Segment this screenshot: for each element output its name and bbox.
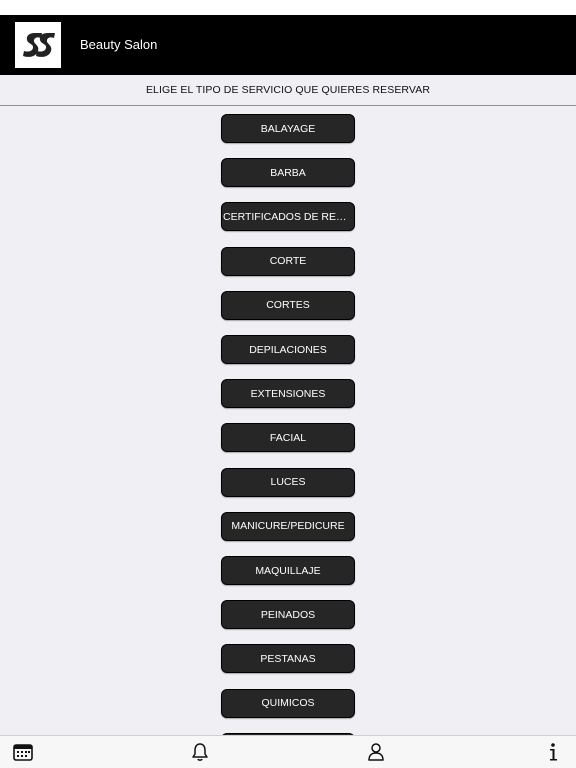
service-button-label: LUCES xyxy=(270,476,306,489)
service-button-label: FACIAL xyxy=(269,431,307,444)
service-button[interactable]: DEPILACIONES xyxy=(221,335,355,364)
service-button-label: EXTENSIONES xyxy=(250,387,326,400)
service-button-label: BARBA xyxy=(270,166,306,179)
page-instruction: ELIGE EL TIPO DE SERVICIO QUE QUIERES RE… xyxy=(0,75,576,106)
service-button[interactable]: FACIAL xyxy=(221,423,355,453)
service-button-label: DEPILACIONES xyxy=(249,343,327,356)
person-icon[interactable] xyxy=(365,741,387,763)
service-button-label: BALAYAGE xyxy=(260,122,316,135)
service-button[interactable]: MANICURE/PEDICURE xyxy=(221,511,355,541)
service-button-label: CORTE xyxy=(269,255,307,268)
service-button[interactable]: BARBA xyxy=(221,158,355,188)
salon-logo-icon xyxy=(15,22,61,68)
calendar-icon[interactable] xyxy=(12,741,34,763)
service-button[interactable]: CORTE xyxy=(221,246,355,276)
service-button-label: MAQUILLAJE xyxy=(255,564,321,577)
service-button[interactable]: MAQUILLAJE xyxy=(221,556,355,585)
service-button[interactable]: BALAYAGE xyxy=(221,114,355,143)
bell-icon[interactable] xyxy=(189,741,211,763)
service-button-label: CERTIFICADOS DE REGA... xyxy=(223,210,354,223)
service-button[interactable]: PEINADOS xyxy=(221,600,355,630)
service-list: BALAYAGE BARBA CERTIFICADOS DE REGA... CORT… xyxy=(0,107,576,735)
service-button-label: CORTES xyxy=(266,299,310,312)
tab-bar xyxy=(0,735,576,768)
service-button[interactable]: PESTANAS xyxy=(221,644,355,674)
service-button[interactable]: EXTENSIONES xyxy=(221,379,355,409)
app-header: Beauty Salon xyxy=(0,15,576,75)
service-button[interactable]: QUIMICOS xyxy=(221,688,355,718)
service-button[interactable]: CORTES xyxy=(221,290,355,320)
service-button[interactable]: LUCES xyxy=(221,467,355,497)
service-button[interactable]: CERTIFICADOS DE REGA... xyxy=(221,202,355,232)
info-icon[interactable] xyxy=(542,741,564,763)
service-button-label: QUIMICOS xyxy=(261,697,315,710)
app-title: Beauty Salon xyxy=(80,37,158,52)
status-bar xyxy=(0,0,576,15)
service-button-label: PEINADOS xyxy=(260,608,316,621)
service-button-label: MANICURE/PEDICURE xyxy=(231,520,345,533)
service-button-label: PESTANAS xyxy=(260,652,316,665)
